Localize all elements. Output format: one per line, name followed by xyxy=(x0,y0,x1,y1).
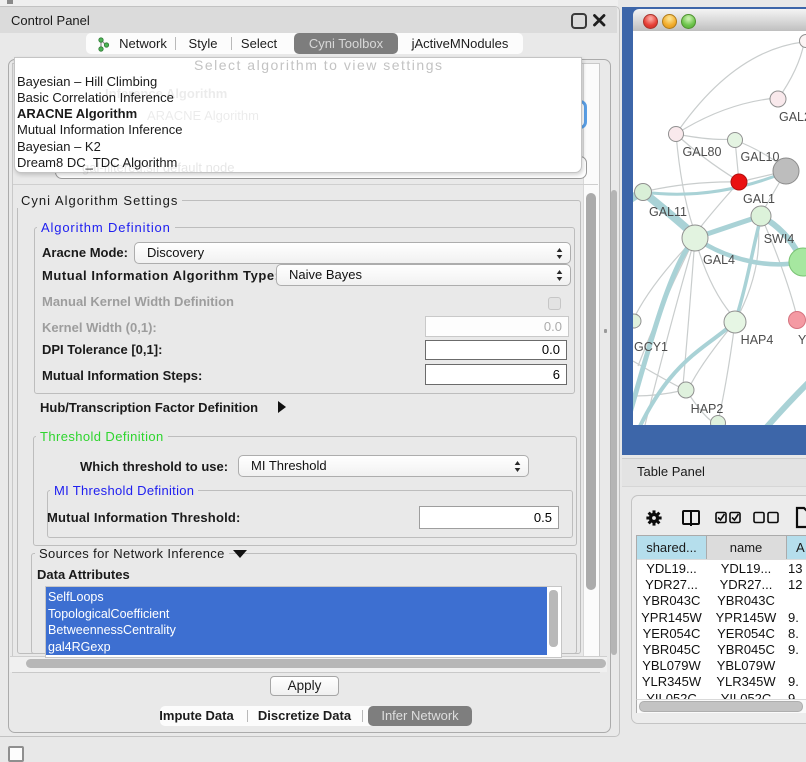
svg-text:GAL2: GAL2 xyxy=(779,110,806,124)
svg-text:GCY1: GCY1 xyxy=(634,340,668,354)
svg-text:GAL1: GAL1 xyxy=(743,192,775,206)
svg-text:GAL11: GAL11 xyxy=(649,205,687,219)
svg-text:GAL4: GAL4 xyxy=(703,253,735,267)
svg-text:GAL80: GAL80 xyxy=(683,145,722,159)
svg-text:GAL10: GAL10 xyxy=(741,150,780,164)
svg-text:SWI4: SWI4 xyxy=(764,232,795,246)
svg-text:HAP4: HAP4 xyxy=(741,333,774,347)
svg-text:HAP2: HAP2 xyxy=(691,402,724,416)
svg-text:YJ: YJ xyxy=(798,333,806,347)
